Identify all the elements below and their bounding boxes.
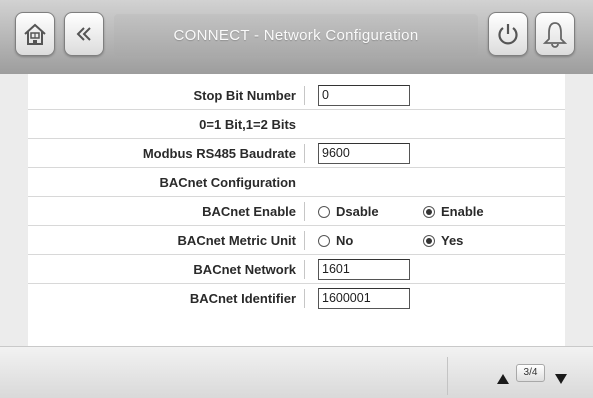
column-divider — [304, 144, 305, 163]
footer-bar: 3/4 — [0, 346, 593, 398]
column-divider — [304, 260, 305, 279]
setting-label: Stop Bit Number — [193, 88, 296, 103]
setting-label: BACnet Enable — [202, 204, 296, 219]
settings-panel: Stop Bit Number 0 0=1 Bit,1=2 Bits Modbu… — [28, 74, 565, 346]
radio-checked-icon — [423, 205, 435, 218]
radio-label: No — [336, 233, 354, 248]
setting-label: 0=1 Bit,1=2 Bits — [199, 117, 296, 132]
column-divider — [304, 289, 305, 308]
metric-unit-yes-radio[interactable]: Yes — [423, 226, 463, 255]
column-divider — [304, 231, 305, 250]
power-button[interactable] — [488, 12, 528, 56]
settings-row: BACnet Identifier 1600001 — [28, 284, 565, 313]
radio-label: Enable — [441, 204, 484, 219]
page-down-icon[interactable] — [554, 373, 568, 385]
header-bar: CONNECT - Network Configuration — [0, 0, 593, 74]
radio-unchecked-icon — [318, 234, 330, 247]
section-label: BACnet Configuration — [159, 175, 296, 190]
stop-bit-input[interactable]: 0 — [318, 85, 410, 106]
radio-label: Dsable — [336, 204, 379, 219]
setting-label: BACnet Identifier — [189, 291, 296, 306]
home-button[interactable] — [15, 12, 55, 56]
radio-checked-icon — [423, 234, 435, 247]
baudrate-input[interactable]: 9600 — [318, 143, 410, 164]
settings-row: BACnet Metric Unit No Yes — [28, 226, 565, 255]
page-indicator: 3/4 — [516, 364, 545, 382]
setting-label: BACnet Metric Unit — [177, 233, 296, 248]
bacnet-enable-radio[interactable]: Enable — [423, 197, 484, 226]
settings-row: BACnet Enable Dsable Enable — [28, 197, 565, 226]
column-divider — [304, 86, 305, 105]
setting-label: Modbus RS485 Baudrate — [142, 146, 296, 161]
back-button[interactable] — [64, 12, 104, 56]
bacnet-network-input[interactable]: 1601 — [318, 259, 410, 280]
settings-row: 0=1 Bit,1=2 Bits — [28, 110, 565, 139]
bacnet-identifier-input[interactable]: 1600001 — [318, 288, 410, 309]
alarm-button[interactable] — [535, 12, 575, 56]
back-icon — [76, 27, 91, 41]
alarm-bell-icon — [542, 22, 568, 48]
title-bar: CONNECT - Network Configuration — [114, 14, 478, 56]
radio-label: Yes — [441, 233, 464, 248]
column-divider — [304, 202, 305, 221]
page-title: CONNECT - Network Configuration — [173, 26, 419, 44]
power-icon — [498, 24, 518, 45]
settings-row: Stop Bit Number 0 — [28, 81, 565, 110]
settings-row: BACnet Network 1601 — [28, 255, 565, 284]
page-up-icon[interactable] — [496, 373, 510, 385]
footer-divider — [447, 357, 448, 395]
settings-row: BACnet Configuration — [28, 168, 565, 197]
radio-unchecked-icon — [318, 205, 330, 218]
metric-unit-no-radio[interactable]: No — [318, 226, 353, 255]
bacnet-disable-radio[interactable]: Dsable — [318, 197, 379, 226]
settings-row: Modbus RS485 Baudrate 9600 — [28, 139, 565, 168]
home-icon — [24, 23, 46, 45]
setting-label: BACnet Network — [193, 262, 296, 277]
